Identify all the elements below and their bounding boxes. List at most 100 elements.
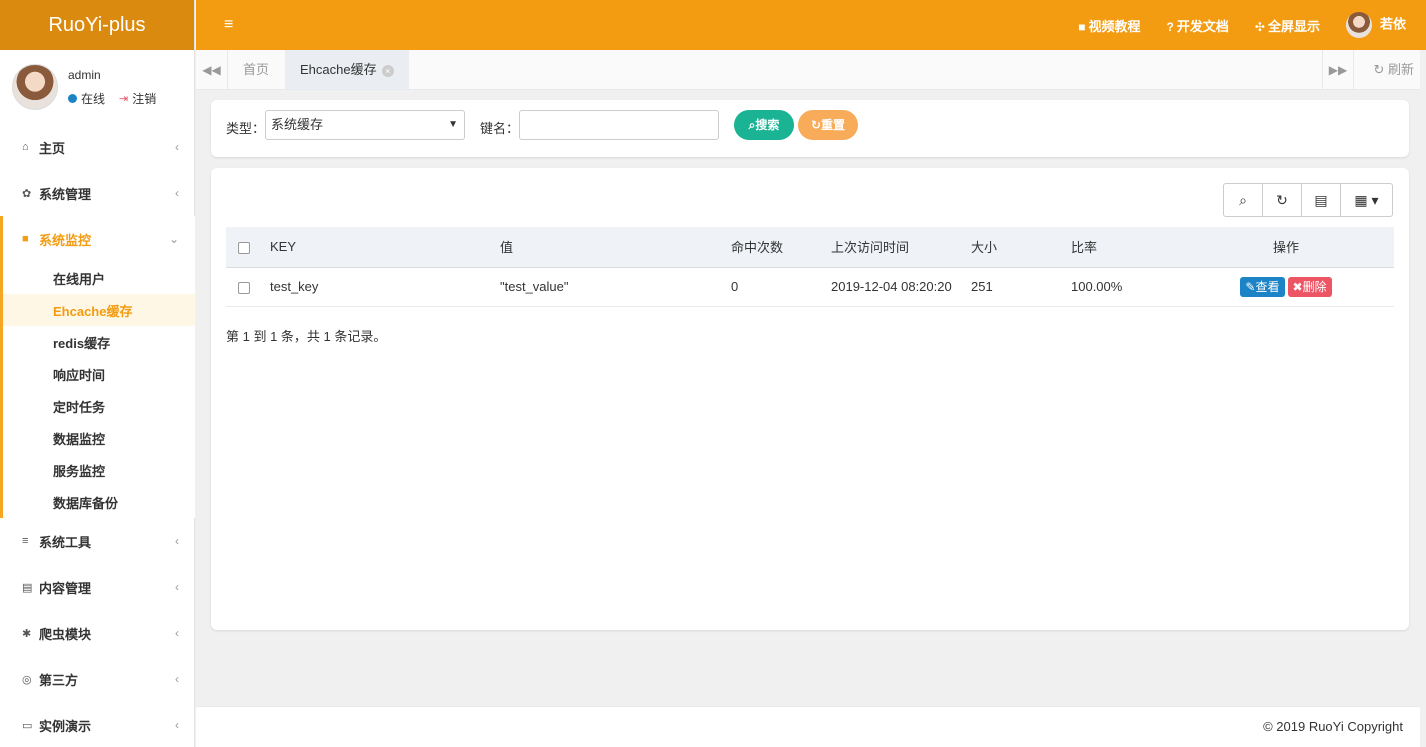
page-scrollbar[interactable] xyxy=(1420,50,1426,747)
nav-item-monitor[interactable]: ■ 系统监控 ⌄ xyxy=(3,216,195,262)
close-icon[interactable]: × xyxy=(381,64,394,77)
reset-button[interactable]: ↻重置 xyxy=(798,110,858,140)
tab-home[interactable]: 首页 xyxy=(228,50,284,89)
user-menu-label: 若依 xyxy=(1379,16,1406,32)
table-row: test_key "test_value" 0 2019-12-04 08:20… xyxy=(226,267,1394,307)
col-size[interactable]: 大小 xyxy=(963,227,1063,268)
pagination-info: 第 1 到 1 条，共 1 条记录。 xyxy=(226,329,387,344)
col-value[interactable]: 值 xyxy=(492,227,723,268)
card-view-icon[interactable]: ▤ xyxy=(1302,184,1341,216)
sub-item-server-monitor[interactable]: 服务监控 xyxy=(3,454,195,486)
sub-item-response-time[interactable]: 响应时间 xyxy=(3,358,195,390)
nav-item-content[interactable]: ▤ 内容管理 ‹ xyxy=(0,564,195,610)
refresh-icon[interactable]: ↻ xyxy=(1263,184,1302,216)
cell-ratio: 100.00% xyxy=(1063,267,1178,307)
nav-item-home[interactable]: ⌂ 主页 ‹ xyxy=(0,124,195,170)
brand-logo[interactable]: RuoYi-plus xyxy=(0,0,194,50)
cache-table: KEY 值 命中次数 上次访问时间 大小 比率 操作 test_key "tes… xyxy=(226,227,1394,307)
col-last-access[interactable]: 上次访问时间 xyxy=(823,227,963,268)
top-navbar: ≡ ■ 视频教程 ? 开发文档 ✣ 全屏显示 若依 xyxy=(196,0,1426,50)
fullscreen-link[interactable]: ✣ 全屏显示 xyxy=(1255,16,1320,35)
tab-label: Ehcache缓存 xyxy=(300,62,377,77)
top-links: ■ 视频教程 ? 开发文档 ✣ 全屏显示 若依 xyxy=(1078,0,1406,50)
sub-item-redis[interactable]: redis缓存 xyxy=(3,326,195,358)
table-toolbar: ⌕ ↻ ▤ ▦ ▾ xyxy=(1223,183,1393,217)
sidebar: RuoYi-plus admin 在线 ⇥ 注销 ⌂ 主页 ‹ ✿ 系统管理 ‹ ■ 系统… xyxy=(0,0,195,747)
sub-item-data-monitor[interactable]: 数据监控 xyxy=(3,422,195,454)
home-icon: ⌂ xyxy=(22,141,29,153)
cell-key: test_key xyxy=(262,267,492,307)
footer: © 2019 RuoYi Copyright xyxy=(196,706,1426,747)
select-all-cell xyxy=(226,227,262,268)
refresh-button[interactable]: ↻ 刷新 xyxy=(1373,50,1414,90)
toggle-search-icon[interactable]: ⌕ xyxy=(1224,184,1263,216)
reset-button-label: 重置 xyxy=(821,118,846,132)
cell-value: "test_value" xyxy=(492,267,723,307)
caret-down-icon: ▼ xyxy=(448,119,458,130)
type-label: 类型： xyxy=(226,121,266,136)
logout-link[interactable]: 注销 xyxy=(132,90,156,107)
sub-item-scheduled-tasks[interactable]: 定时任务 xyxy=(3,390,195,422)
search-button[interactable]: ⌕搜索 xyxy=(734,110,794,140)
nav-item-crawler[interactable]: ✱ 爬虫模块 ‹ xyxy=(0,610,195,656)
columns-icon[interactable]: ▦ ▾ xyxy=(1341,184,1392,216)
chevron-left-icon: ‹ xyxy=(175,626,179,640)
chevron-left-icon: ‹ xyxy=(175,140,179,154)
sub-item-online-users[interactable]: 在线用户 xyxy=(3,262,195,294)
id-card-icon: ▤ xyxy=(22,581,33,594)
tab-ehcache[interactable]: Ehcache缓存 × xyxy=(285,50,409,89)
col-ratio[interactable]: 比率 xyxy=(1063,227,1178,268)
menu-toggle-icon[interactable]: ≡ xyxy=(224,16,233,34)
select-all-checkbox[interactable] xyxy=(238,241,250,254)
tabs-scroll-left-icon[interactable]: ◀◀ xyxy=(196,50,228,90)
view-button[interactable]: ✎查看 xyxy=(1240,276,1285,297)
remove-icon: ✖ xyxy=(1292,279,1303,294)
avatar[interactable] xyxy=(12,64,58,110)
nav-group-monitor: ■ 系统监控 ⌄ 在线用户 Ehcache缓存 redis缓存 响应时间 定时任务 … xyxy=(0,216,195,518)
user-menu[interactable]: 若依 xyxy=(1345,12,1406,38)
fullscreen-label: 全屏显示 xyxy=(1267,18,1320,34)
tab-bar: ◀◀ 首页 Ehcache缓存 × ▶▶ ↻ 刷新 xyxy=(196,50,1426,90)
tabs-scroll-right-icon[interactable]: ▶▶ xyxy=(1322,50,1354,90)
dev-docs-link[interactable]: ? 开发文档 xyxy=(1167,16,1229,35)
chevron-left-icon: ‹ xyxy=(175,186,179,200)
bars-icon: ≡ xyxy=(22,535,29,547)
type-select[interactable]: 系统缓存 ▼ xyxy=(265,110,465,140)
nav-item-tools[interactable]: ≡ 系统工具 ‹ xyxy=(0,518,195,564)
row-checkbox[interactable] xyxy=(238,281,250,294)
refresh-label: 刷新 xyxy=(1387,62,1414,77)
nav-item-third-party[interactable]: ◎ 第三方 ‹ xyxy=(0,656,195,702)
gear-icon: ✿ xyxy=(22,187,32,200)
search-form: 类型： 系统缓存 ▼ 键名： ⌕搜索 ↻重置 xyxy=(211,100,1409,157)
chevron-left-icon: ‹ xyxy=(175,718,179,732)
view-button-label: 查看 xyxy=(1255,279,1280,294)
nav-item-demo[interactable]: ▭ 实例演示 ‹ xyxy=(0,702,195,747)
nav-item-label: 系统管理 xyxy=(39,186,92,202)
desktop-icon: ▭ xyxy=(22,719,33,732)
col-hits[interactable]: 命中次数 xyxy=(723,227,823,268)
table-panel: ⌕ ↻ ▤ ▦ ▾ KEY 值 命中次数 上次访问时间 大小 比率 操作 tes… xyxy=(211,168,1409,630)
type-select-value: 系统缓存 xyxy=(271,117,324,132)
sidebar-menu: ⌂ 主页 ‹ ✿ 系统管理 ‹ ■ 系统监控 ⌄ 在线用户 Ehcache缓存 redis缓… xyxy=(0,124,195,747)
delete-button[interactable]: ✖删除 xyxy=(1287,276,1332,297)
nav-item-label: 爬虫模块 xyxy=(39,626,92,642)
video-icon: ■ xyxy=(22,233,29,245)
chevron-left-icon: ‹ xyxy=(175,580,179,594)
status-text: 在线 xyxy=(81,92,106,106)
delete-button-label: 删除 xyxy=(1302,279,1327,294)
table-header-row: KEY 值 命中次数 上次访问时间 大小 比率 操作 xyxy=(226,227,1394,268)
nav-item-label: 系统监控 xyxy=(39,232,92,248)
user-name: admin xyxy=(68,68,101,82)
sub-item-ehcache[interactable]: Ehcache缓存 xyxy=(3,294,195,326)
video-tutorial-link[interactable]: ■ 视频教程 xyxy=(1078,16,1140,35)
col-key[interactable]: KEY xyxy=(262,227,492,268)
nav-item-system[interactable]: ✿ 系统管理 ‹ xyxy=(0,170,195,216)
nav-item-label: 系统工具 xyxy=(39,534,92,550)
logout-icon[interactable]: ⇥ xyxy=(119,92,128,105)
sub-item-db-backup[interactable]: 数据库备份 xyxy=(3,486,195,518)
bug-icon: ✱ xyxy=(22,627,32,640)
user-status: 在线 ⇥ 注销 xyxy=(68,90,156,107)
key-name-input[interactable] xyxy=(519,110,719,140)
cell-size: 251 xyxy=(963,267,1063,307)
user-panel: admin 在线 ⇥ 注销 xyxy=(0,50,194,116)
